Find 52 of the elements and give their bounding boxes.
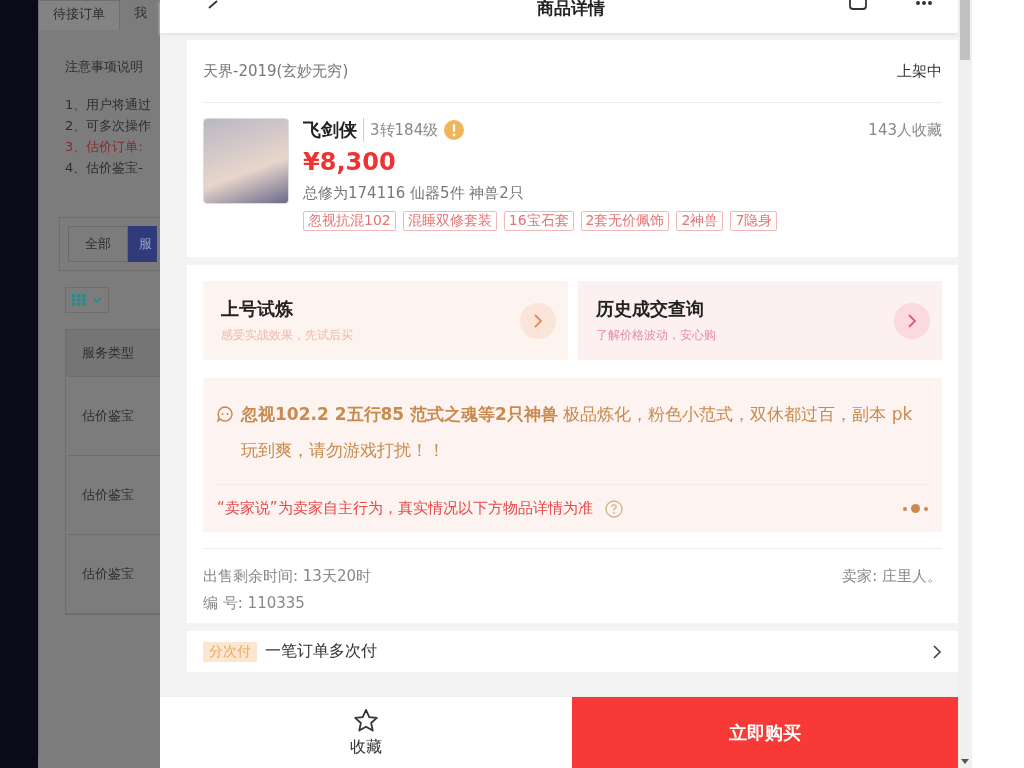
scroll-down-arrow-icon[interactable]: [961, 759, 969, 764]
notice-title: 注意事项说明: [65, 58, 144, 76]
price: ¥8,300: [303, 148, 397, 176]
notice-item: 3、估价订单:: [65, 138, 144, 156]
remaining-time: 出售剩余时间: 13天20时: [203, 567, 371, 586]
more-icon[interactable]: [914, 0, 934, 8]
feature-tag: 2套无价佩饰: [580, 211, 670, 231]
seller-description: 忽视102.2 2五行85 范式之魂等2只神兽 极品炼化，粉色小范式，双休都过百，副本 pk 玩到爽，请勿游戏打扰！！: [241, 403, 914, 462]
help-icon[interactable]: [604, 499, 623, 518]
chat-bubble-icon: [217, 406, 233, 422]
character-level: 3转184级: [370, 120, 439, 140]
buy-now-button[interactable]: 立即购买: [572, 697, 958, 768]
action-title: 上号试炼: [221, 297, 294, 321]
pager-dot[interactable]: [924, 506, 928, 511]
chevron-right-icon[interactable]: [932, 644, 942, 659]
feature-tag: 混睡双修套装: [402, 211, 497, 231]
chevron-right-icon: [519, 302, 556, 339]
pager-dot[interactable]: [903, 506, 907, 511]
grid-icon: [72, 294, 86, 306]
action-title: 历史成交查询: [595, 297, 705, 321]
seller-name: 卖家: 庄里人。: [842, 567, 942, 586]
server-name: 天界-2019(玄妙无穷): [203, 61, 349, 81]
warning-icon[interactable]: [444, 120, 465, 140]
character-name: 飞剑侠: [303, 118, 364, 142]
notice-item: 2、可多次操作: [65, 117, 153, 135]
pager-dot[interactable]: [911, 504, 920, 513]
character-stats: 总修为174116 仙器5件 神兽2只: [303, 184, 525, 203]
page-tab[interactable]: 待接订单: [38, 0, 120, 30]
installment-text: 一笔订单多次付: [265, 641, 377, 662]
filter-button[interactable]: 全部: [68, 226, 128, 262]
table-header: 服务类型: [66, 330, 160, 377]
filter-button[interactable]: 服: [128, 226, 157, 262]
page-title: 商品详情: [537, 0, 605, 16]
chevron-right-icon: [894, 302, 930, 339]
serial-number: 编 号: 110335: [203, 594, 306, 613]
action-subtitle: 了解价格波动，安心购: [595, 327, 716, 344]
action-card[interactable]: 历史成交查询 了解价格波动，安心购: [577, 281, 942, 360]
installment-tag: 分次付: [203, 641, 257, 662]
page-tab[interactable]: 我: [120, 0, 160, 30]
scrollbar-thumb[interactable]: [960, 0, 970, 60]
favorite-count: 143人收藏: [868, 120, 942, 140]
disclaimer-text: “卖家说”为卖家自主行为，真实情况以下方物品详情为准: [217, 499, 593, 518]
chevron-down-icon: [92, 296, 102, 304]
feature-tag: 2神兽: [676, 211, 724, 231]
feature-tag: 忽视抗混102: [303, 211, 396, 231]
notice-item: 1、用户将通过: [65, 96, 153, 114]
action-subtitle: 感受实战效果，先试后买: [221, 327, 353, 344]
action-card[interactable]: 上号试炼 感受实战效果，先试后买: [203, 281, 568, 360]
notice-item: 4、估价鉴宝-: [65, 159, 144, 177]
listing-status: 上架中: [897, 61, 942, 81]
feature-tag: 7隐身: [730, 211, 778, 231]
feature-tag: 16宝石套: [503, 211, 574, 231]
